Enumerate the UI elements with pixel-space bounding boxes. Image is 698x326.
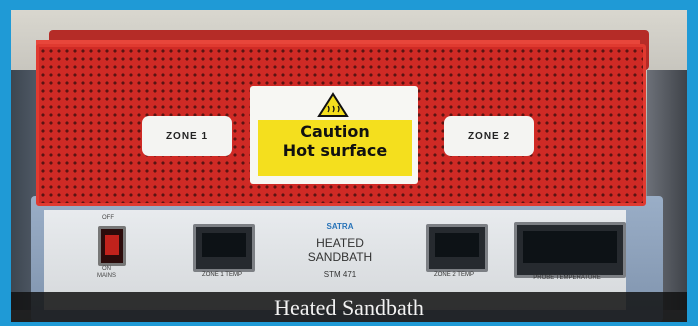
mains-switch xyxy=(98,226,126,266)
zone-2-label: ZONE 2 xyxy=(444,116,534,156)
caution-text: Caution Hot surface xyxy=(258,122,412,160)
caution-line-2: Hot surface xyxy=(282,141,388,160)
zone-1-label: ZONE 1 xyxy=(142,116,232,156)
image-caption: Heated Sandbath xyxy=(274,295,424,320)
zone-2-controller-label: ZONE 2 TEMP xyxy=(434,272,474,278)
zone-1-controller-label: ZONE 1 TEMP xyxy=(202,272,242,278)
switch-off-label: OFF xyxy=(102,215,114,221)
model-number: STM 471 xyxy=(323,270,357,279)
switch-mains-text: MAINS xyxy=(97,273,117,279)
zone-2-temp-controller xyxy=(426,224,488,272)
caution-line-1: Caution xyxy=(300,122,370,141)
unit-title-line-1: HEATED xyxy=(316,236,364,250)
probe-temperature-display xyxy=(514,222,626,278)
satra-logo: SATRA xyxy=(326,222,354,231)
probe-temperature-label: PROBE TEMPERATURE xyxy=(533,275,601,281)
switch-on-text: ON xyxy=(102,266,111,272)
unit-title: HEATED SANDBATH xyxy=(290,236,390,264)
zone-1-temp-controller xyxy=(193,224,255,272)
unit-title-line-2: SANDBATH xyxy=(307,250,373,264)
hot-surface-warning-icon xyxy=(317,92,349,117)
switch-on-label: ON MAINS xyxy=(97,266,116,280)
